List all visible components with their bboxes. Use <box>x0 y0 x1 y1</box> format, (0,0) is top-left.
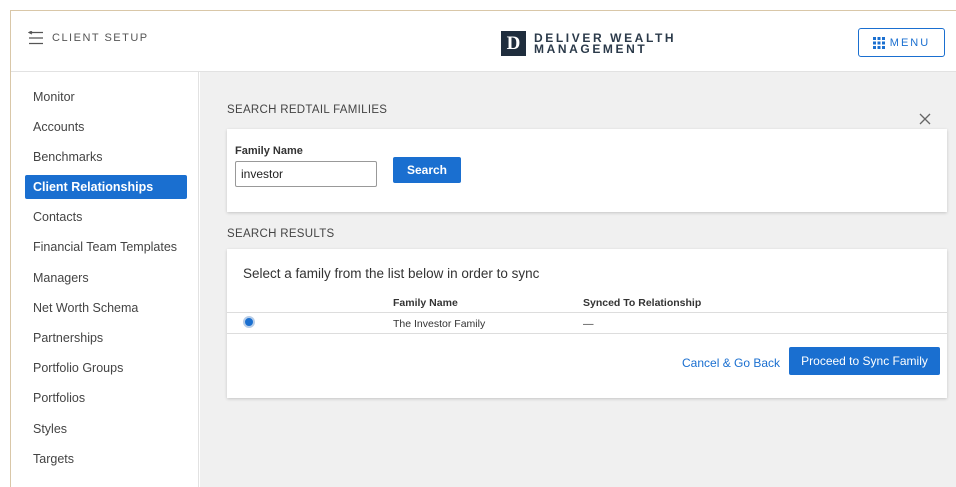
header-title: CLIENT SETUP <box>52 32 149 44</box>
row-select-radio[interactable] <box>243 316 255 328</box>
sidebar-item-net-worth-schema[interactable]: Net Worth Schema <box>25 296 187 320</box>
sidebar-item-partnerships[interactable]: Partnerships <box>25 326 187 350</box>
top-header: CLIENT SETUP D DELIVER WEALTH MANAGEMENT… <box>11 11 956 72</box>
grid-icon <box>872 36 885 49</box>
sidebar-item-targets[interactable]: Targets <box>25 447 187 471</box>
sidebar-item-styles[interactable]: Styles <box>25 417 187 441</box>
sidebar-item-portfolios[interactable]: Portfolios <box>25 386 187 410</box>
search-section-title: SEARCH REDTAIL FAMILIES <box>227 104 388 116</box>
family-name-label: Family Name <box>235 145 303 157</box>
cancel-go-back-button[interactable]: Cancel & Go Back <box>682 356 780 370</box>
main-content: SEARCH REDTAIL FAMILIES Family Name Sear… <box>200 72 956 487</box>
results-instruction: Select a family from the list below in o… <box>243 266 540 281</box>
sidebar-item-financial-team-templates[interactable]: Financial Team Templates <box>25 235 187 259</box>
row-divider <box>227 333 947 334</box>
menu-button[interactable]: MENU <box>858 28 945 57</box>
column-header-family-name: Family Name <box>393 297 458 309</box>
brand-line-2: MANAGEMENT <box>534 41 648 56</box>
sidebar-item-contacts[interactable]: Contacts <box>25 205 187 229</box>
brand-logo: D DELIVER WEALTH MANAGEMENT <box>501 31 676 56</box>
brand-mark: D <box>501 31 526 56</box>
family-name-input[interactable] <box>235 161 377 187</box>
results-section-title: SEARCH RESULTS <box>227 228 335 240</box>
sidebar-item-monitor[interactable]: Monitor <box>25 85 187 109</box>
brand-text: DELIVER WEALTH MANAGEMENT <box>534 32 676 56</box>
close-icon[interactable] <box>917 111 933 127</box>
sidebar: Monitor Accounts Benchmarks Client Relat… <box>11 72 199 487</box>
menu-label: MENU <box>889 36 931 49</box>
sidebar-item-benchmarks[interactable]: Benchmarks <box>25 145 187 169</box>
sidebar-item-managers[interactable]: Managers <box>25 266 187 290</box>
app-frame: CLIENT SETUP D DELIVER WEALTH MANAGEMENT… <box>10 10 956 487</box>
client-setup-toggle[interactable]: CLIENT SETUP <box>28 31 149 45</box>
menu-collapse-icon <box>28 31 43 45</box>
table-row[interactable]: The Investor Family — <box>227 313 947 333</box>
sidebar-item-client-relationships[interactable]: Client Relationships <box>25 175 187 199</box>
proceed-sync-family-button[interactable]: Proceed to Sync Family <box>789 347 940 375</box>
sidebar-item-accounts[interactable]: Accounts <box>25 115 187 139</box>
search-card: Family Name Search <box>227 129 947 212</box>
row-family-name: The Investor Family <box>393 318 486 330</box>
results-card: Select a family from the list below in o… <box>227 249 947 398</box>
column-header-synced: Synced To Relationship <box>583 297 702 309</box>
row-synced-relationship: — <box>583 318 594 330</box>
sidebar-item-portfolio-groups[interactable]: Portfolio Groups <box>25 356 187 380</box>
search-button[interactable]: Search <box>393 157 461 183</box>
